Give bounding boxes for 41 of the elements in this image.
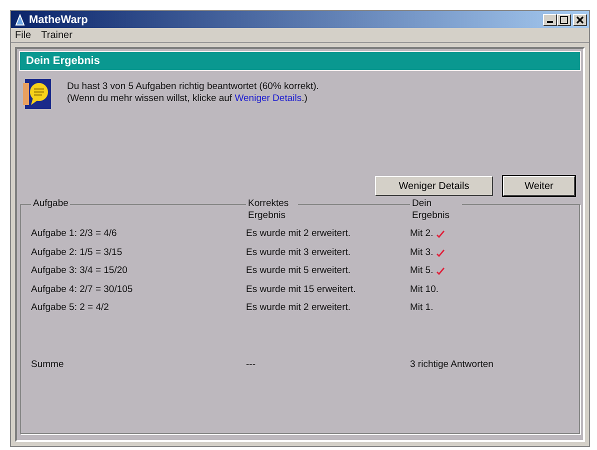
- checkmark-icon: [436, 230, 446, 238]
- details-hint: (Wenn du mehr wissen willst, klicke auf Weniger Details.): [67, 93, 308, 104]
- maximize-icon: [560, 16, 568, 24]
- checkmark-icon: [436, 267, 446, 276]
- table-cell-text: 3 richtige Antworten: [410, 358, 494, 372]
- table-cell-text: Es wurde mit 2 erweitert.: [246, 302, 352, 314]
- menu-item[interactable]: Trainer: [41, 30, 72, 40]
- table-cell: Mit 3.: [410, 246, 434, 259]
- column-header: Aufgabe: [31, 198, 70, 210]
- column-header: Korrektes Ergebnis: [246, 198, 298, 222]
- table-cell-text: Aufgabe 2: 1/5 = 3/15: [31, 246, 124, 259]
- details-button[interactable]: Weniger Details: [375, 176, 493, 196]
- table-cell: Mit 5.: [410, 265, 434, 278]
- maximize-button[interactable]: [557, 14, 571, 26]
- close-icon: [576, 16, 584, 24]
- continue-button[interactable]: Weiter: [503, 176, 575, 196]
- panel-title: Dein Ergebnis: [26, 55, 100, 67]
- menu-item[interactable]: File: [15, 30, 32, 40]
- table-cell: Mit 2.: [410, 228, 434, 240]
- table-cell-text: Aufgabe 5: 2 = 4/2: [31, 302, 110, 314]
- result-summary: Du hast 3 von 5 Aufgaben richtig beantwortet (60% korrekt).: [67, 81, 319, 92]
- checkmark-icon: [436, 248, 446, 257]
- table-cell-text: Es wurde mit 5 erweitert.: [246, 265, 352, 278]
- minimize-button[interactable]: [543, 14, 557, 26]
- table-cell-text: Summe: [31, 358, 65, 372]
- speech-bubble-icon: [23, 79, 51, 109]
- minimize-icon: [547, 21, 553, 23]
- table-cell-text: Es wurde mit 15 erweitert.: [246, 284, 357, 296]
- table-cell-text: ---: [246, 358, 256, 372]
- details-link[interactable]: Weniger Details: [234, 93, 302, 104]
- app-icon: [14, 14, 26, 26]
- table-cell-text: Aufgabe 4: 2/7 = 30/105: [31, 284, 134, 296]
- table-cell: Mit 1.: [410, 302, 434, 314]
- table-cell-text: Aufgabe 3: 3/4 = 15/20: [31, 265, 128, 278]
- close-button[interactable]: [573, 14, 587, 26]
- window-title: MatheWarp: [29, 14, 89, 26]
- table-cell: Mit 10.: [410, 284, 439, 296]
- table-cell-text: Es wurde mit 3 erweitert.: [246, 246, 352, 259]
- table-cell-text: Es wurde mit 2 erweitert.: [246, 228, 352, 240]
- column-header: Dein Ergebnis: [410, 198, 462, 222]
- table-cell-text: Aufgabe 1: 2/3 = 4/6: [31, 228, 118, 240]
